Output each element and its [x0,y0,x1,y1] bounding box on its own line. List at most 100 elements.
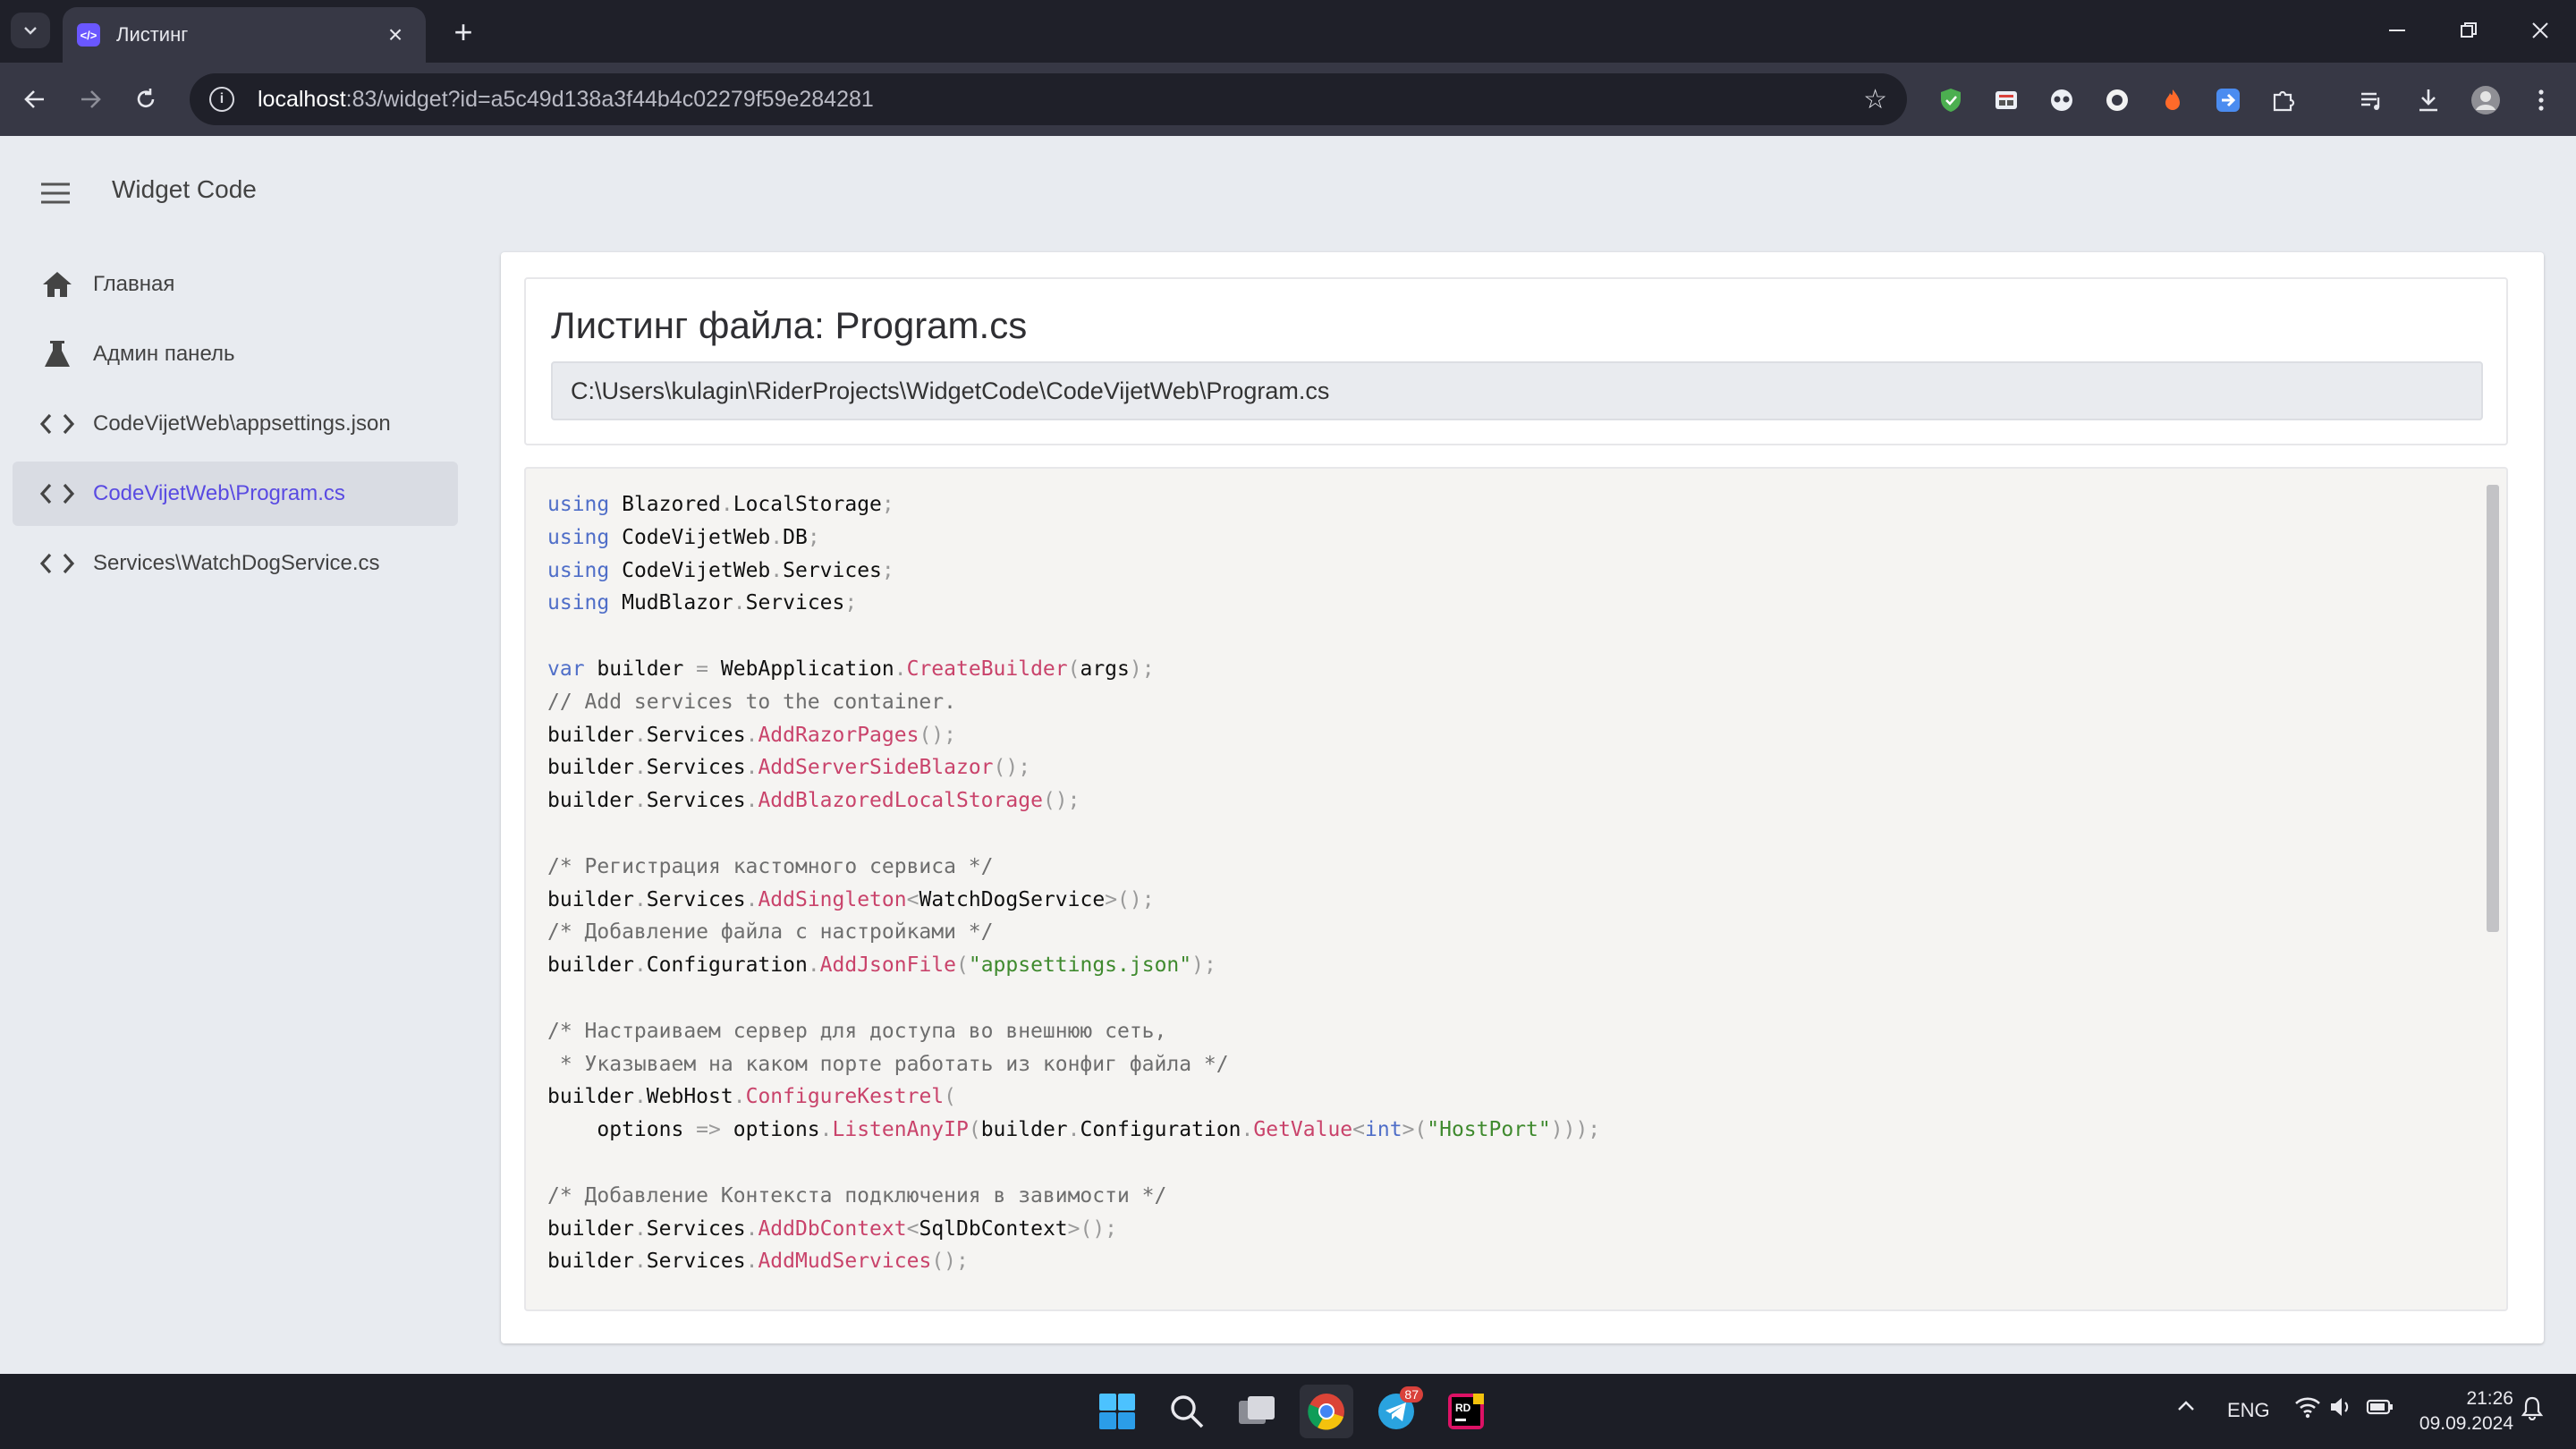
minimize-button[interactable] [2370,13,2424,48]
volume-icon[interactable] [2328,1395,2353,1424]
clock-time: 21:26 [2466,1388,2513,1409]
code-token: >(); [1105,887,1155,911]
battery-icon[interactable] [2366,1395,2394,1424]
code-token: /* Настраиваем сервер для доступа во вне… [547,1019,1167,1043]
search-button[interactable] [1160,1385,1214,1438]
code-token: Configuration [1080,1118,1241,1142]
browser-menu-icon[interactable] [2523,82,2559,118]
code-line: /* Настраиваем сервер для доступа во вне… [547,1015,1600,1048]
sidebar-item-home[interactable]: Главная [13,252,458,317]
code-token: * Указываем на каком порте работать из к… [547,1052,1229,1076]
url-text[interactable]: localhost:83/widget?id=a5c49d138a3f44b4c… [258,87,1863,113]
listing-header: Листинг файла: Program.cs C:\Users\kulag… [524,277,2508,445]
code-token: . [745,887,758,911]
code-token: AddDbContext [758,1216,907,1241]
circle-extension-icon[interactable] [2099,82,2135,118]
code-token: ( [1067,657,1080,681]
site-info-icon[interactable]: i [209,87,234,112]
code-block[interactable]: using Blazored.LocalStorage; using CodeVi… [524,467,2508,1311]
code-token: options [720,1118,820,1142]
code-scrollbar[interactable] [2487,485,2499,932]
sidebar-item-label: CodeVijetWeb\Program.cs [93,481,345,505]
forward-button[interactable] [70,79,111,120]
drawer-toggle-button[interactable] [32,170,79,216]
code-token: AddSingleton [758,887,907,911]
code-token: AddMudServices [758,1250,932,1274]
code-token: . [745,1250,758,1274]
notifications-bell-icon[interactable] [2521,1395,2544,1426]
code-line: builder.Services.AddMudServices(); [547,1245,1600,1278]
file-path-field[interactable]: C:\Users\kulagin\RiderProjects\WidgetCod… [551,361,2483,420]
code-token: builder [547,887,634,911]
app-root: Widget Code Главная Админ панель CodeVij… [0,136,2576,1374]
wifi-icon[interactable] [2294,1395,2321,1424]
profile-avatar[interactable] [2468,82,2504,118]
chrome-taskbar-button[interactable] [1300,1385,1353,1438]
sidebar-item-watchdog[interactable]: Services\WatchDogService.cs [13,531,458,596]
code-token: Services [783,558,882,582]
telegram-taskbar-button[interactable]: 87 [1369,1385,1423,1438]
code-token: CreateBuilder [906,657,1068,681]
flame-extension-icon[interactable] [2155,82,2190,118]
tab-close-icon[interactable]: × [379,21,411,49]
code-token: AddBlazoredLocalStorage [758,789,1043,813]
code-token: ListenAnyIP [832,1118,969,1142]
browser-tab[interactable]: </> Листинг × [63,7,426,63]
download-icon[interactable] [2411,82,2446,118]
new-tab-button[interactable]: + [444,13,483,52]
sidebar-item-admin[interactable]: Админ панель [13,322,458,386]
code-token: using [547,525,610,549]
mask-extension-icon[interactable] [2044,82,2080,118]
rider-taskbar-button[interactable]: RD [1439,1385,1493,1438]
code-token: . [733,1085,746,1109]
code-token: ))); [1550,1118,1601,1142]
code-token: (); [931,1250,969,1274]
arrow-extension-icon[interactable] [2210,82,2246,118]
tray-overflow-icon[interactable] [2175,1395,2197,1422]
sidebar-item-label: Админ панель [93,342,235,366]
start-button[interactable] [1090,1385,1144,1438]
code-line: * Указываем на каком порте работать из к… [547,1048,1600,1081]
task-view-button[interactable] [1230,1385,1284,1438]
address-bar[interactable]: i localhost:83/widget?id=a5c49d138a3f44b… [190,73,1907,125]
media-queue-icon[interactable] [2353,82,2389,118]
code-token: . [770,558,784,582]
code-token: Services [646,756,746,780]
code-token: . [633,723,647,747]
code-token: AddRazorPages [758,723,919,747]
dashboard-extension-icon[interactable] [1988,82,2024,118]
back-button[interactable] [14,79,55,120]
code-token: builder [547,1250,634,1274]
code-line: builder.Services.AddDbContext<SqlDbConte… [547,1213,1600,1246]
sidebar-item-program[interactable]: CodeVijetWeb\Program.cs [13,462,458,526]
code-line: using MudBlazor.Services; [547,587,1600,620]
puzzle-extensions-icon[interactable] [2266,82,2301,118]
code-token: args [1080,657,1130,681]
tab-title: Листинг [116,23,189,46]
code-token: DB [783,525,808,549]
restore-button[interactable] [2442,13,2496,48]
close-window-button[interactable] [2513,13,2567,48]
code-line: builder.Services.AddBlazoredLocalStorage… [547,784,1600,818]
bookmark-star-icon[interactable]: ☆ [1863,84,1887,115]
tab-search-button[interactable] [11,13,50,48]
code-token: (); [993,756,1031,780]
code-token: < [1352,1118,1366,1142]
reload-button[interactable] [125,79,166,120]
shield-extension-icon[interactable] [1933,82,1969,118]
chevron-down-icon [24,27,37,35]
code-token: "HostPort" [1427,1118,1551,1142]
language-indicator[interactable]: ENG [2227,1399,2270,1422]
code-token: builder [980,1118,1068,1142]
sidebar-item-appsettings[interactable]: CodeVijetWeb\appsettings.json [13,392,458,456]
code-token: using [547,591,610,615]
code-token: . [894,657,907,681]
code-token: builder [547,789,634,813]
code-line: using CodeVijetWeb.Services; [547,555,1600,588]
code-token: Services [646,1216,746,1241]
system-clock[interactable]: 21:26 09.09.2024 [2415,1386,2513,1436]
code-token: (); [1042,789,1080,813]
code-line: /* Добавление файла с настройками */ [547,916,1600,949]
